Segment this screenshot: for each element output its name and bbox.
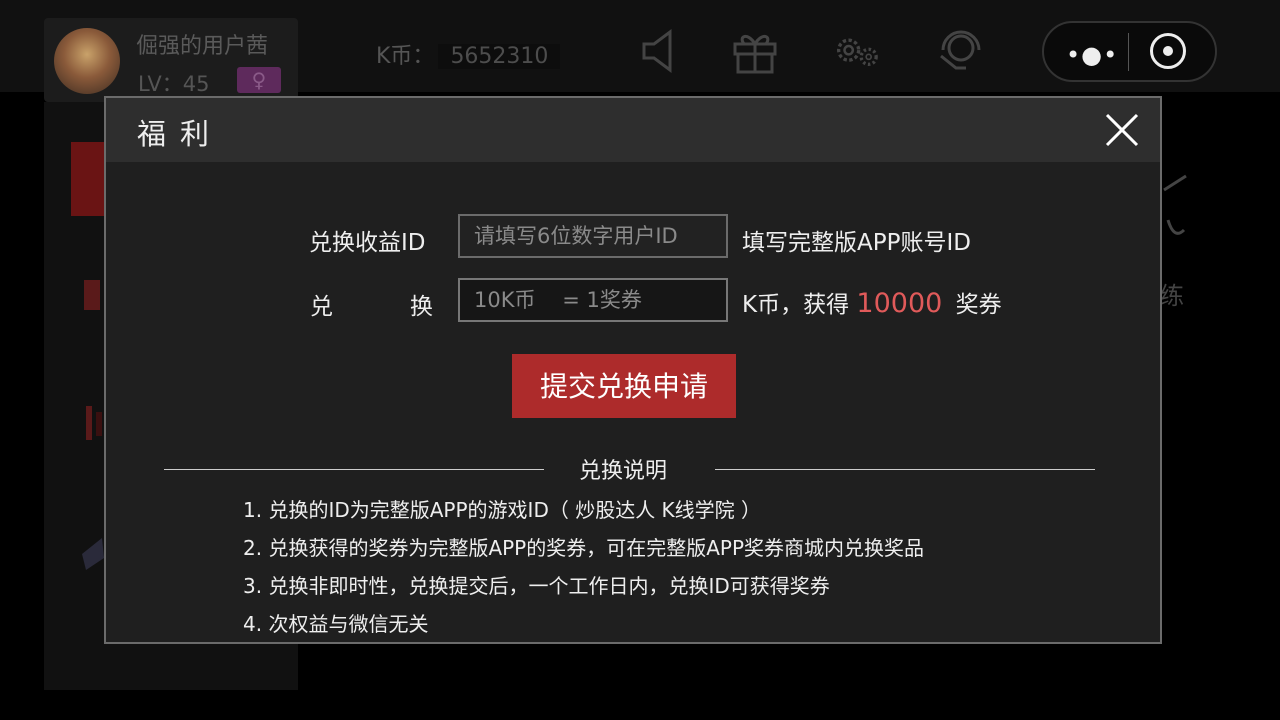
capsule-divider [1128,33,1129,71]
id-label: 兑换收益ID [309,230,426,256]
kcoin-balance: K币： 5652310 [376,38,561,70]
user-level: LV：45 [138,72,210,96]
headset-icon[interactable] [936,28,986,74]
background-menu-label: 练 [1160,282,1184,310]
gender-badge: ♀ [237,67,281,93]
training-icon [1163,174,1187,235]
username: 倔强的用户茜 [136,34,269,59]
dialog-title: 福利 [137,117,224,151]
gear-icon[interactable] [832,28,882,74]
sidebar-item-icon[interactable] [80,270,106,316]
book-icon[interactable] [80,528,106,574]
speaker-icon[interactable] [636,28,686,74]
candlestick-icon[interactable] [80,400,106,446]
notes-title: 兑换说明 [579,459,668,484]
close-icon[interactable] [1102,110,1142,150]
dialog-header: 福利 [106,98,1160,162]
kcoin-amount-input[interactable] [458,278,728,322]
exchange-label-left: 兑 [310,294,333,320]
submit-exchange-button[interactable]: 提交兑换申请 [512,354,736,418]
reward-amount: 10000 [856,288,943,319]
exchange-summary: K币，获得 10000 奖券 [742,285,1002,319]
reward-unit: 奖券 [955,292,1002,318]
gift-icon[interactable] [730,28,780,74]
more-icon[interactable]: •●• [1066,41,1118,69]
kcoin-label: K币： [376,44,435,69]
divider-left [164,469,544,470]
note-item: 1. 兑换的ID为完整版APP的游戏ID（ 炒股达人 K线学院 ） [243,498,762,522]
avatar[interactable] [54,28,120,94]
welfare-dialog: 福利 兑换收益ID 填写完整版APP账号ID 兑 换 K币，获得 10000 奖… [104,96,1162,644]
note-item: 3. 兑换非即时性，兑换提交后，一个工作日内，兑换ID可获得奖券 [243,574,830,598]
mini-program-capsule: •●• [1042,21,1217,82]
divider-right [715,469,1095,470]
user-id-input[interactable] [458,214,728,258]
profile-card[interactable]: 倔强的用户茜 LV：45 ♀ [44,18,298,102]
exchange-unit: K币，获得 [742,292,850,318]
note-item: 4. 次权益与微信无关 [243,612,429,636]
note-item: 2. 兑换获得的奖券为完整版APP的奖券，可在完整版APP奖券商城内兑换奖品 [243,536,925,560]
exchange-label-right: 换 [410,294,433,320]
kcoin-value: 5652310 [438,44,561,69]
sidebar-active-item[interactable] [71,142,107,216]
close-miniprogram-icon[interactable] [1150,33,1186,69]
id-hint: 填写完整版APP账号ID [742,230,971,256]
